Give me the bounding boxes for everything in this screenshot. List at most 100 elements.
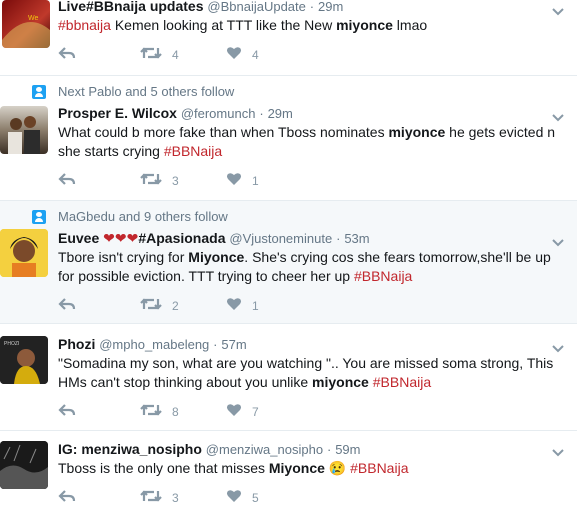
heart-icon	[226, 46, 242, 63]
retweet-button[interactable]: 8	[140, 403, 186, 420]
tweet-actions: 2 1	[58, 297, 306, 314]
author-name[interactable]: IG: menziwa_nosipho	[58, 441, 202, 457]
author-handle[interactable]: @menziwa_nosipho	[206, 442, 323, 457]
separator: ·	[309, 0, 315, 14]
like-button[interactable]: 4	[226, 46, 266, 63]
tweet[interactable]: Next Pablo and 5 others follow Prosper E…	[0, 76, 577, 201]
hashtag-link[interactable]: #BBNaija	[350, 460, 408, 476]
hashtag-link[interactable]: #BBNaija	[354, 268, 412, 284]
heart-emoji-icon: ❤❤❤	[103, 230, 139, 246]
author-name[interactable]: Live#BBnaija updates	[58, 0, 204, 14]
tweet-feed: We Live#BBnaija updates @BbnaijaUpdate ·…	[0, 0, 577, 512]
reply-icon	[58, 489, 76, 506]
chevron-down-icon[interactable]	[551, 341, 565, 353]
timestamp[interactable]: 29m	[318, 0, 343, 14]
retweet-icon	[140, 46, 162, 63]
hashtag-link[interactable]: #BBNaija	[373, 374, 431, 390]
context-text[interactable]: MaGbedu and 9 others follow	[58, 209, 228, 224]
text-fragment: Tboss is the only one that misses	[58, 460, 269, 476]
heart-icon	[226, 297, 242, 314]
tweet-header: Prosper E. Wilcox @feromunch · 29m	[58, 105, 293, 121]
hashtag-link[interactable]: #bbnaija	[58, 17, 111, 33]
tweet[interactable]: We Live#BBnaija updates @BbnaijaUpdate ·…	[0, 0, 577, 76]
retweet-button[interactable]: 4	[140, 46, 186, 63]
reply-icon	[58, 172, 76, 189]
chevron-down-icon[interactable]	[551, 110, 565, 122]
author-name[interactable]: Prosper E. Wilcox	[58, 105, 177, 121]
tweet-text: "Somadina my son, what are you watching …	[58, 354, 568, 392]
reply-icon	[58, 46, 76, 63]
svg-text:PHOZI: PHOZI	[4, 341, 19, 347]
separator: ·	[259, 106, 264, 121]
tweet-header: IG: menziwa_nosipho @menziwa_nosipho · 5…	[58, 441, 360, 457]
avatar[interactable]	[0, 441, 48, 489]
search-term-highlight: miyonce	[312, 374, 369, 390]
follow-person-icon	[32, 209, 46, 224]
author-handle[interactable]: @feromunch	[181, 106, 256, 121]
author-name[interactable]: Phozi	[58, 336, 95, 352]
author-name-suffix: #Apasionada	[138, 230, 226, 246]
tweet[interactable]: IG: menziwa_nosipho @menziwa_nosipho · 5…	[0, 431, 577, 512]
like-count: 5	[252, 490, 259, 505]
timestamp[interactable]: 53m	[344, 231, 369, 246]
like-button[interactable]: 5	[226, 489, 266, 506]
separator: ·	[326, 442, 332, 457]
reply-icon	[58, 297, 76, 314]
tweet-text: What could b more fake than when Tboss n…	[58, 123, 568, 161]
retweet-button[interactable]: 3	[140, 172, 186, 189]
text-fragment: 😢	[328, 460, 347, 476]
text-fragment: "Somadina my son, what are you watching …	[58, 355, 554, 390]
text-fragment: Kemen looking at TTT like the New	[110, 17, 337, 33]
hashtag-link[interactable]: #BBNaija	[164, 143, 222, 159]
like-button[interactable]: 1	[226, 297, 266, 314]
retweet-count: 4	[172, 47, 179, 62]
svg-text:We: We	[28, 15, 38, 22]
like-button[interactable]: 7	[226, 403, 266, 420]
avatar[interactable]	[0, 229, 48, 277]
chevron-down-icon[interactable]	[551, 4, 565, 16]
text-fragment: Tbore isn't crying for	[58, 249, 189, 265]
tweet-actions: 3 1	[58, 172, 306, 189]
timestamp[interactable]: 59m	[335, 442, 360, 457]
retweet-count: 3	[172, 173, 179, 188]
social-context: Next Pablo and 5 others follow	[32, 84, 234, 99]
avatar[interactable]: We	[2, 0, 50, 48]
search-term-highlight: miyonce	[336, 17, 393, 33]
reply-icon	[58, 403, 76, 420]
heart-icon	[226, 403, 242, 420]
author-handle[interactable]: @BbnaijaUpdate	[207, 0, 305, 14]
search-term-highlight: miyonce	[388, 124, 446, 140]
tweet[interactable]: MaGbedu and 9 others follow Euvee ❤❤❤#Ap…	[0, 201, 577, 324]
tweet-header: Live#BBnaija updates @BbnaijaUpdate · 29…	[58, 0, 343, 14]
retweet-button[interactable]: 2	[140, 297, 186, 314]
tweet-actions: 3 5	[58, 489, 306, 506]
chevron-down-icon[interactable]	[551, 445, 565, 457]
tweet-header: Phozi @mpho_mabeleng · 57m	[58, 336, 247, 352]
retweet-count: 8	[172, 404, 179, 419]
text-fragment: What could b more fake than when Tboss n…	[58, 124, 389, 140]
timestamp[interactable]: 57m	[221, 337, 246, 352]
timestamp[interactable]: 29m	[268, 106, 293, 121]
retweet-button[interactable]: 3	[140, 489, 186, 506]
reply-button[interactable]	[58, 489, 100, 506]
avatar[interactable]: PHOZI	[0, 336, 48, 384]
reply-button[interactable]	[58, 46, 100, 63]
author-name[interactable]: Euvee	[58, 230, 99, 246]
separator: ·	[336, 231, 341, 246]
reply-button[interactable]	[58, 403, 100, 420]
heart-icon	[226, 172, 242, 189]
reply-button[interactable]	[58, 172, 100, 189]
like-button[interactable]: 1	[226, 172, 266, 189]
author-handle[interactable]: @mpho_mabeleng	[99, 337, 209, 352]
avatar[interactable]	[0, 106, 48, 154]
like-count: 7	[252, 404, 259, 419]
reply-button[interactable]	[58, 297, 100, 314]
social-context: MaGbedu and 9 others follow	[32, 209, 228, 224]
chevron-down-icon[interactable]	[551, 235, 565, 247]
author-handle[interactable]: @Vjustoneminute	[229, 231, 332, 246]
context-text[interactable]: Next Pablo and 5 others follow	[58, 84, 234, 99]
retweet-icon	[140, 489, 162, 506]
tweet[interactable]: PHOZI Phozi @mpho_mabeleng · 57m "Somadi…	[0, 324, 577, 431]
tweet-text: Tbore isn't crying for Miyonce. She's cr…	[58, 248, 568, 286]
follow-person-icon	[32, 84, 46, 99]
